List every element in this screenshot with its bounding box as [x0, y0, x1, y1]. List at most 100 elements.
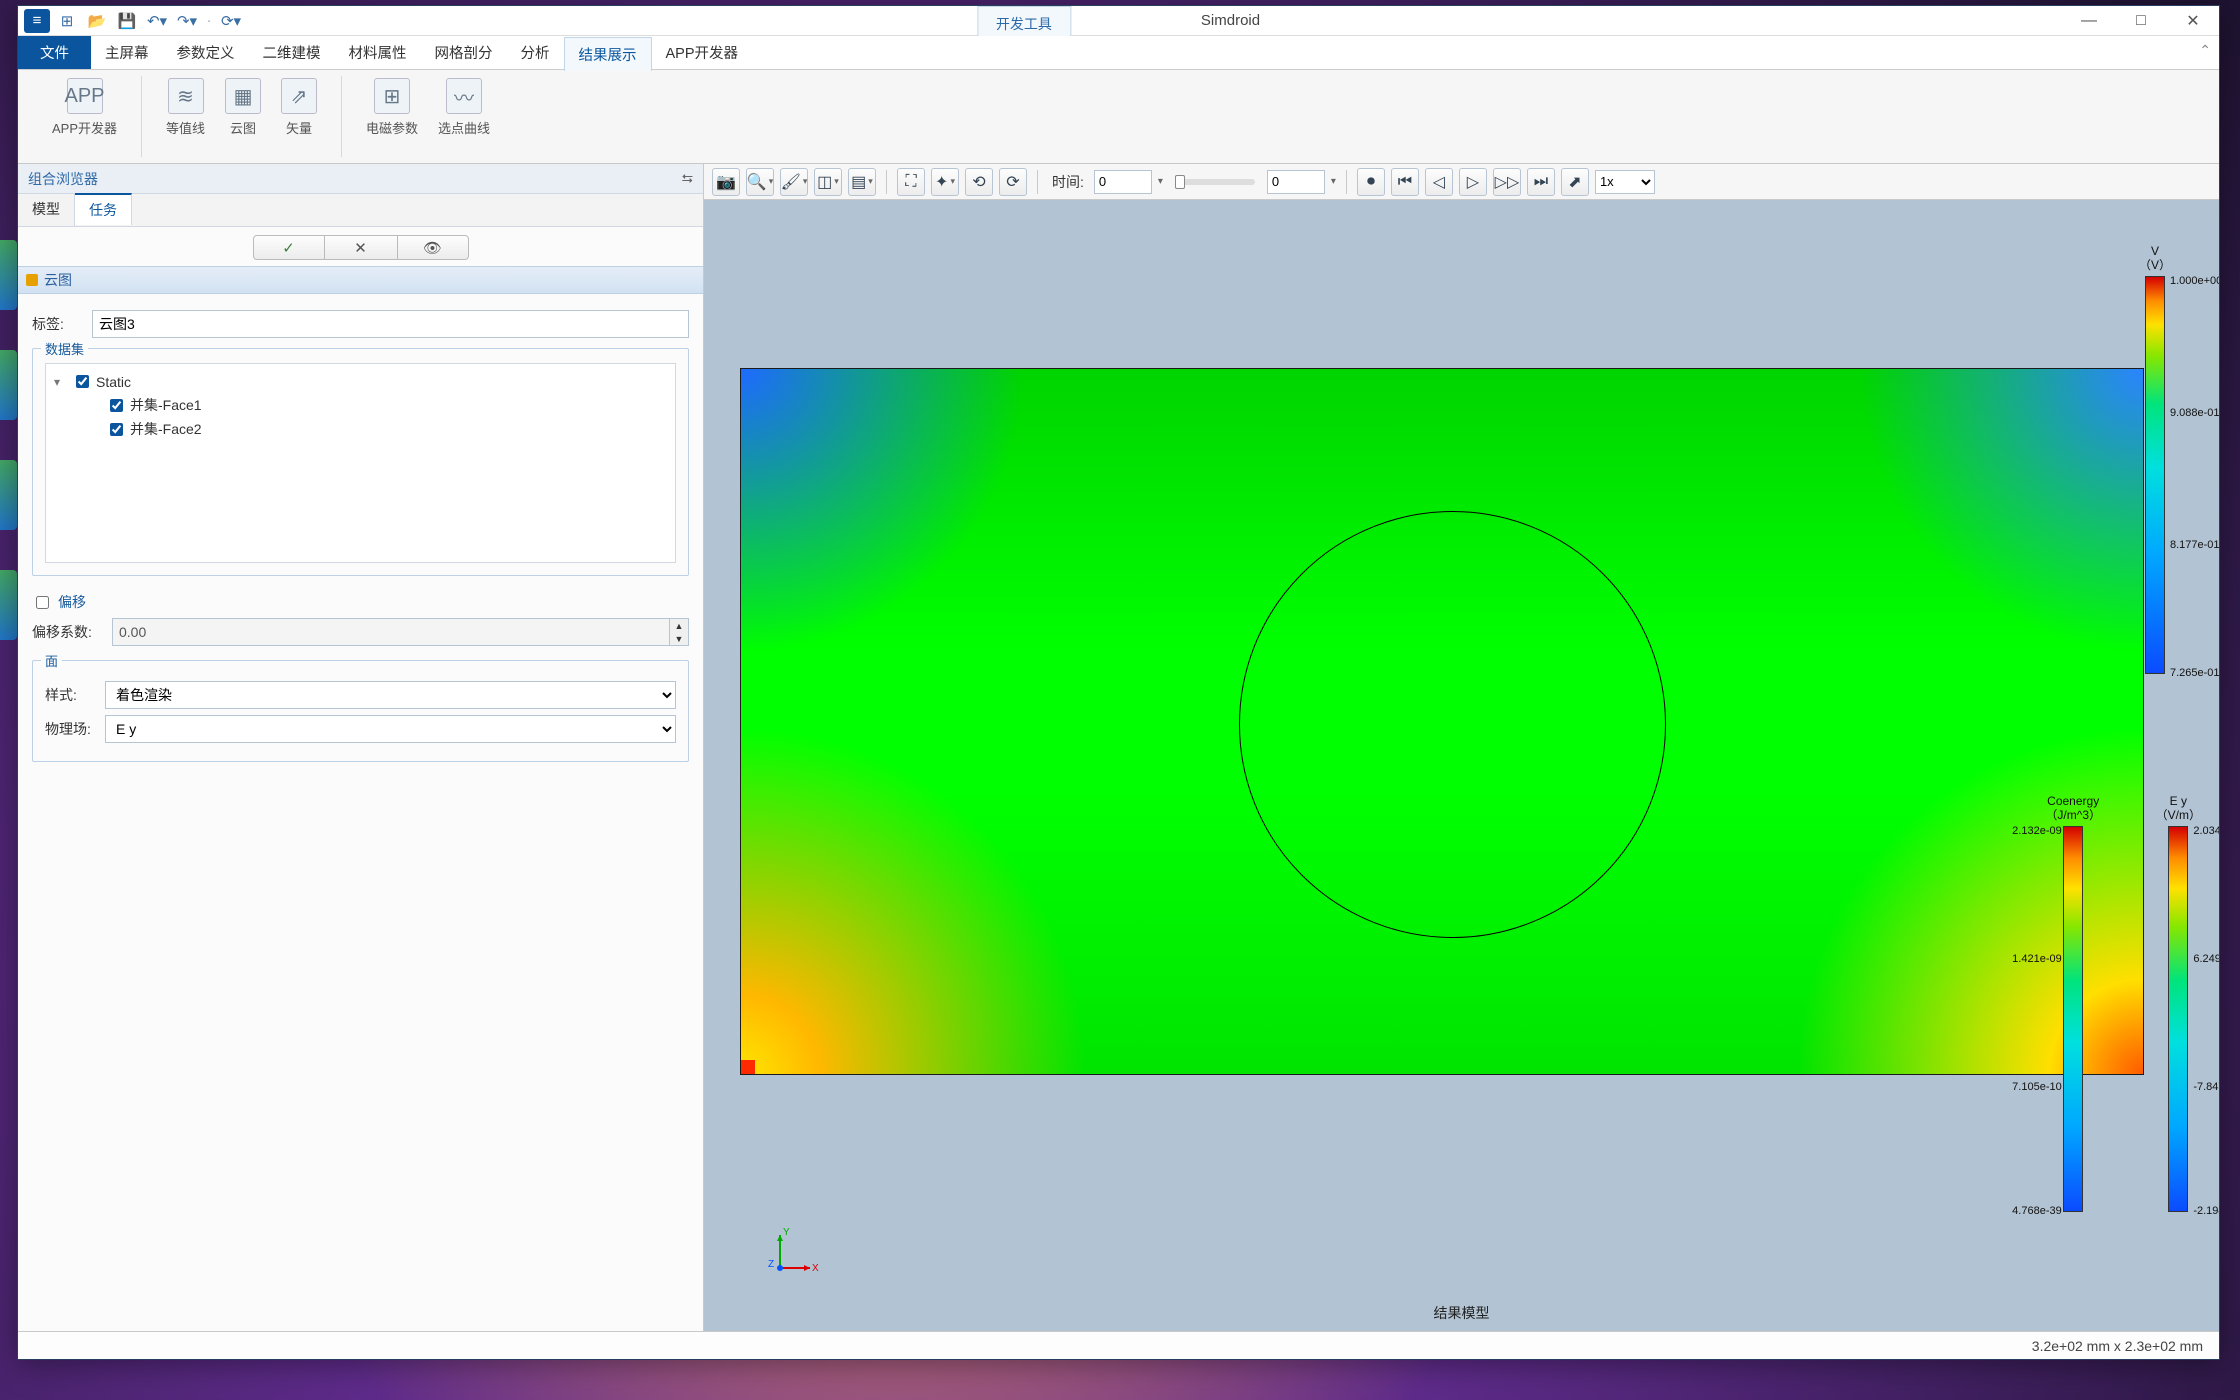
- ribbon-collapse-button[interactable]: ⌃: [2199, 42, 2211, 59]
- vt-time-from[interactable]: [1094, 170, 1152, 194]
- tab-results[interactable]: 结果展示: [564, 37, 652, 71]
- task-cancel-button[interactable]: ✕: [325, 235, 397, 260]
- tree-node-face2[interactable]: 并集-Face2: [54, 417, 667, 441]
- panel-pin-icon[interactable]: ⮀: [682, 170, 693, 187]
- ribbon-btn-vector[interactable]: ⇗ 矢量: [271, 76, 327, 139]
- section-icon: [26, 274, 38, 286]
- ribbon-btn-isoline[interactable]: ≋ 等值线: [156, 76, 215, 139]
- ribbon-btn-pointcurve[interactable]: 〰 选点曲线: [428, 76, 500, 139]
- spin-up-icon[interactable]: ▲: [670, 619, 688, 632]
- dataset-tree[interactable]: ▾ Static 并集-Face1: [45, 363, 676, 563]
- group-face: 面 样式: 着色渲染 物理场: E y: [32, 660, 689, 762]
- vt-last-icon[interactable]: ⏭: [1527, 168, 1555, 196]
- isoline-icon: ≋: [168, 78, 204, 114]
- qat-new-icon[interactable]: ⊞: [54, 9, 80, 33]
- title-context-tab[interactable]: 开发工具: [977, 6, 1071, 37]
- tab-analyze[interactable]: 分析: [507, 36, 564, 69]
- tree-check-face2[interactable]: [110, 423, 123, 436]
- qat-undo-icon[interactable]: ↶▾: [144, 9, 170, 33]
- vt-rotate-ccw-icon[interactable]: ⟲: [965, 168, 993, 196]
- vt-clear-icon[interactable]: 🖌: [780, 168, 808, 196]
- vt-fit-icon[interactable]: ⛶: [897, 168, 925, 196]
- tree-node-face1[interactable]: 并集-Face1: [54, 393, 667, 417]
- qat-refresh-icon[interactable]: ⟳▾: [218, 9, 244, 33]
- tree-toggle-icon[interactable]: ▾: [54, 375, 68, 389]
- tab-appdev[interactable]: APP开发器: [652, 36, 753, 69]
- close-button[interactable]: ✕: [2167, 6, 2219, 36]
- result-viewport[interactable]: X Y Z 结果模型 V（V） 1.000e+00 9.088e-01 8.17…: [704, 200, 2219, 1331]
- ribbon-tabs: 文件 主屏幕 参数定义 二维建模 材料属性 网格剖分 分析 结果展示 APP开发…: [18, 36, 2219, 70]
- tab-model2d[interactable]: 二维建模: [249, 36, 335, 69]
- viewport-wrap: 📷 🔍 🖌 ◫ ▤ ⛶ ✦ ⟲ ⟳ 时间: ▾ ▾: [704, 164, 2219, 1331]
- svg-text:Y: Y: [783, 1227, 790, 1238]
- chevron-down-icon2[interactable]: ▾: [1331, 176, 1336, 187]
- tab-params[interactable]: 参数定义: [163, 36, 249, 69]
- qat-open-icon[interactable]: 📂: [84, 9, 110, 33]
- left-panel-header: 组合浏览器 ⮀: [18, 164, 703, 194]
- ribbon-btn-emparams[interactable]: ⊞ 电磁参数: [356, 76, 428, 139]
- group-offset: 偏移 偏移系数: ▲ ▼: [32, 592, 689, 646]
- vt-cube-icon[interactable]: ◫: [814, 168, 842, 196]
- quick-access-toolbar: ≡ ⊞ 📂 💾 ↶▾ ↷▾ · ⟳▾: [18, 6, 250, 35]
- vt-rotate-cw-icon[interactable]: ⟳: [999, 168, 1027, 196]
- ribbon-group-appdev: APP APP开发器: [28, 76, 142, 157]
- vt-prev-icon[interactable]: ◁: [1425, 168, 1453, 196]
- window-controls: — □ ✕: [2063, 6, 2219, 36]
- left-panel: 组合浏览器 ⮀ 模型 任务 ✓ ✕ 👁 云图: [18, 164, 704, 1331]
- qat-save-icon[interactable]: 💾: [114, 9, 140, 33]
- vt-colormap-icon[interactable]: ▤: [848, 168, 876, 196]
- app-logo-icon[interactable]: ≡: [24, 9, 50, 33]
- ribbon-btn-appdev[interactable]: APP APP开发器: [42, 76, 127, 139]
- tab-file[interactable]: 文件: [18, 36, 91, 69]
- row-field: 物理场: E y: [45, 715, 676, 743]
- input-tag[interactable]: [92, 310, 689, 338]
- qat-separator: ·: [204, 9, 214, 33]
- input-offset-coef: [112, 618, 670, 646]
- maximize-button[interactable]: □: [2115, 6, 2167, 36]
- emparams-icon: ⊞: [374, 78, 410, 114]
- tab-material[interactable]: 材料属性: [335, 36, 421, 69]
- tree-node-static[interactable]: ▾ Static: [54, 370, 667, 393]
- lp-tab-model[interactable]: 模型: [18, 194, 75, 226]
- simulation-surface: [740, 368, 2144, 1075]
- offset-spin-buttons: ▲ ▼: [670, 618, 689, 646]
- vt-play-icon[interactable]: ▷: [1459, 168, 1487, 196]
- qat-redo-icon[interactable]: ↷▾: [174, 9, 200, 33]
- select-style[interactable]: 着色渲染: [105, 681, 676, 709]
- group-dataset-title: 数据集: [41, 339, 88, 358]
- vt-export-icon[interactable]: ⬈: [1561, 168, 1589, 196]
- chevron-down-icon[interactable]: ▾: [1158, 176, 1163, 187]
- vt-speed-select[interactable]: 1x: [1595, 170, 1655, 194]
- tab-mesh[interactable]: 网格剖分: [421, 36, 507, 69]
- legend-v: V（V） 1.000e+00 9.088e-01 8.177e-01 7.265…: [2139, 245, 2171, 674]
- spin-down-icon[interactable]: ▼: [670, 632, 688, 645]
- row-offset-coef: 偏移系数: ▲ ▼: [32, 618, 689, 646]
- label-style: 样式:: [45, 685, 95, 705]
- tab-home[interactable]: 主屏幕: [91, 36, 163, 69]
- task-preview-button[interactable]: 👁: [397, 235, 469, 260]
- vt-time-slider[interactable]: [1175, 179, 1255, 185]
- row-style: 样式: 着色渲染: [45, 681, 676, 709]
- task-form-body: 标签: 数据集 ▾ Static: [18, 294, 703, 788]
- vt-camera-icon[interactable]: 📷: [712, 168, 740, 196]
- tree-check-face1[interactable]: [110, 399, 123, 412]
- ribbon-btn-contour[interactable]: ▦ 云图: [215, 76, 271, 139]
- vt-next-icon[interactable]: ▷▷: [1493, 168, 1521, 196]
- legend-ey-bar: 2.034e+01 6.249e+00 -7.847e+00 -2.194e+0…: [2168, 826, 2188, 1212]
- vt-first-icon[interactable]: ⏮: [1391, 168, 1419, 196]
- minimize-button[interactable]: —: [2063, 6, 2115, 36]
- task-ok-button[interactable]: ✓: [253, 235, 325, 260]
- vt-time-to[interactable]: [1267, 170, 1325, 194]
- vt-axes-icon[interactable]: ✦: [931, 168, 959, 196]
- vt-record-icon[interactable]: ⏺: [1357, 168, 1385, 196]
- legend-coenergy: Coenergy（J/m^3） 2.132e-09 1.421e-09 7.10…: [2045, 795, 2101, 1212]
- group-face-title: 面: [41, 651, 62, 670]
- row-tag: 标签:: [32, 310, 689, 338]
- lp-tab-task[interactable]: 任务: [75, 193, 132, 225]
- app-title: Simdroid: [1071, 6, 1260, 35]
- select-field[interactable]: E y: [105, 715, 676, 743]
- vt-measure-icon[interactable]: 🔍: [746, 168, 774, 196]
- tree-check-static[interactable]: [76, 375, 89, 388]
- checkbox-offset[interactable]: [36, 596, 49, 609]
- ribbon-group-extra: ⊞ 电磁参数 〰 选点曲线: [342, 76, 514, 157]
